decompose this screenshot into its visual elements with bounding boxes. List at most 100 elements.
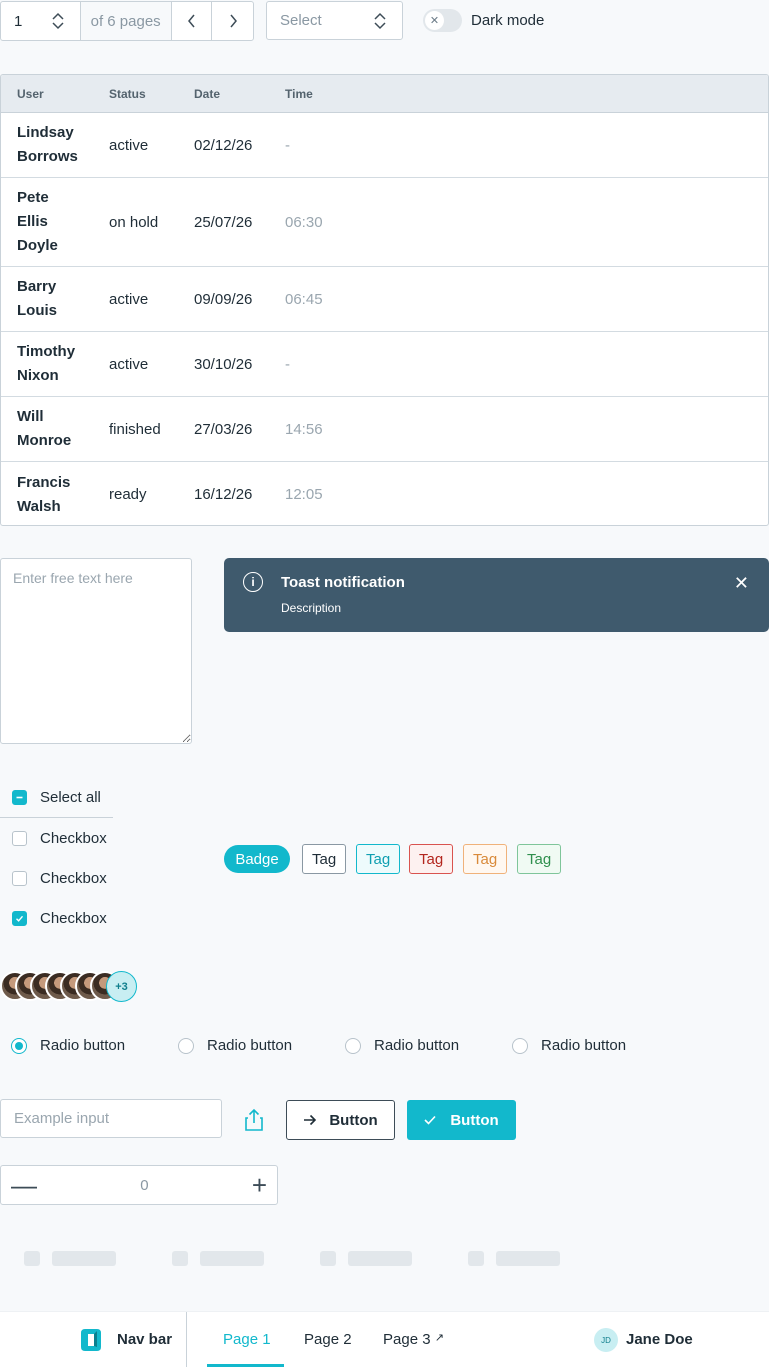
radio-button[interactable]: Radio button (512, 1037, 626, 1054)
toast-notification: i Toast notification Description ✕ (224, 558, 769, 632)
table-row[interactable]: Pete Ellis Doyle on hold 25/07/26 06:30 (1, 178, 768, 267)
checkbox[interactable]: Checkbox (12, 870, 107, 887)
tag[interactable]: Tag (356, 844, 401, 874)
page-number-stepper[interactable]: 1 (1, 2, 81, 40)
nav-link-page-3-label: Page 3 (383, 1331, 431, 1348)
arrow-right-icon (304, 1114, 317, 1126)
cell-user: Timothy Nixon (17, 343, 76, 384)
select-all-label: Select all (40, 789, 101, 806)
checkbox-box[interactable] (12, 871, 27, 886)
nav-link-page-3[interactable]: Page 3 ↗ (383, 1331, 444, 1348)
toast-description: Description (281, 601, 342, 615)
table-header: User Status Date Time (1, 75, 768, 113)
checkbox-box[interactable] (12, 831, 27, 846)
nav-bar: Nav bar Page 1 Page 2 Page 3 ↗ JD Jane D… (0, 1311, 769, 1367)
tag[interactable]: Tag (517, 844, 562, 874)
skeleton-text (496, 1251, 560, 1266)
table-row[interactable]: Will Monroe finished 27/03/26 14:56 (1, 397, 768, 462)
avatar-overflow-count[interactable]: +3 (106, 971, 137, 1002)
cell-status: active (109, 290, 149, 308)
radio-circle[interactable] (11, 1037, 27, 1054)
cell-time: 12:05 (285, 486, 323, 503)
secondary-button-label: Button (329, 1111, 378, 1129)
primary-button[interactable]: Button (407, 1100, 516, 1140)
cell-user: Pete Ellis Doyle (17, 189, 58, 254)
chevron-left-icon (187, 14, 195, 28)
pagination: 1 of 6 pages (0, 1, 254, 41)
minus-icon[interactable] (12, 790, 27, 805)
dark-mode-toggle[interactable]: ✕ (423, 9, 462, 32)
close-icon[interactable]: ✕ (734, 573, 749, 594)
cell-user: Barry Louis (17, 278, 57, 319)
checkbox-label: Checkbox (40, 830, 107, 847)
checkmark-icon (424, 1115, 436, 1125)
radio-button[interactable]: Radio button (178, 1037, 292, 1054)
select-dropdown[interactable]: Select (266, 1, 403, 40)
table-row[interactable]: Francis Walsh ready 16/12/26 12:05 (1, 462, 768, 525)
radio-label: Radio button (40, 1037, 126, 1054)
cell-time: - (285, 136, 290, 154)
tag[interactable]: Tag (409, 844, 454, 874)
cell-date: 09/09/26 (194, 290, 253, 308)
column-header-status[interactable]: Status (93, 87, 178, 101)
nav-brand[interactable]: Nav bar (117, 1331, 172, 1348)
tag[interactable]: Tag (302, 844, 347, 874)
cell-time: 06:30 (285, 213, 323, 231)
radio-circle[interactable] (512, 1037, 528, 1054)
skeleton-text (52, 1251, 116, 1266)
table-row[interactable]: Lindsay Borrows active 02/12/26 - (1, 113, 768, 178)
chevron-right-icon (230, 14, 237, 28)
table-row[interactable]: Barry Louis active 09/09/26 06:45 (1, 267, 768, 332)
cell-time: 14:56 (285, 420, 323, 438)
page-count: of 6 pages (80, 2, 172, 40)
radio-circle[interactable] (345, 1037, 361, 1054)
user-name[interactable]: Jane Doe (626, 1331, 693, 1348)
nav-link-page-2[interactable]: Page 2 (304, 1331, 352, 1348)
cell-user: Francis Walsh (17, 473, 71, 515)
column-header-time[interactable]: Time (269, 87, 313, 101)
cell-status: active (109, 355, 149, 373)
radio-button[interactable]: Radio button (345, 1037, 459, 1054)
checkbox[interactable]: Checkbox (12, 910, 107, 927)
share-icon[interactable] (244, 1108, 264, 1132)
info-icon: i (243, 572, 263, 592)
radio-label: Radio button (207, 1037, 293, 1054)
column-header-user[interactable]: User (1, 87, 93, 101)
free-text-area[interactable] (0, 558, 192, 744)
skeleton-icon (24, 1251, 40, 1266)
plus-icon[interactable]: + (252, 1172, 267, 1198)
table-row[interactable]: Timothy Nixon active 30/10/26 - (1, 332, 768, 397)
avatar[interactable]: JD (594, 1328, 618, 1352)
example-input[interactable] (0, 1099, 222, 1138)
up-down-chevron-icon[interactable] (52, 12, 64, 30)
cell-date: 25/07/26 (194, 213, 253, 231)
tag[interactable]: Tag (463, 844, 508, 874)
cell-date: 16/12/26 (194, 486, 253, 503)
next-page-button[interactable] (212, 2, 253, 40)
radio-circle[interactable] (178, 1037, 194, 1054)
logo-icon[interactable] (80, 1327, 102, 1353)
stepper-value[interactable]: 0 (140, 1177, 148, 1194)
toast-title: Toast notification (281, 574, 405, 591)
secondary-button[interactable]: Button (286, 1100, 395, 1140)
checkbox[interactable]: Checkbox (12, 830, 107, 847)
primary-button-label: Button (450, 1111, 499, 1129)
cell-user: Lindsay Borrows (17, 124, 78, 165)
current-page: 1 (14, 12, 23, 30)
user-table: User Status Date Time Lindsay Borrows ac… (0, 74, 769, 526)
close-icon: ✕ (425, 11, 444, 30)
prev-page-button[interactable] (172, 2, 213, 40)
skeleton-text (348, 1251, 412, 1266)
minus-icon[interactable]: — (11, 1172, 37, 1198)
dark-mode-toggle-group: ✕ Dark mode (423, 9, 544, 32)
cell-date: 27/03/26 (194, 420, 253, 438)
dark-mode-label: Dark mode (471, 12, 545, 29)
cell-status: on hold (109, 213, 159, 231)
checkmark-icon[interactable] (12, 911, 27, 926)
radio-button[interactable]: Radio button (11, 1037, 125, 1054)
nav-link-page-1[interactable]: Page 1 (223, 1331, 271, 1348)
up-down-chevron-icon (374, 12, 386, 29)
column-header-date[interactable]: Date (178, 87, 269, 101)
external-link-icon: ↗ (434, 1332, 444, 1344)
select-all-checkbox[interactable]: Select all (12, 789, 101, 806)
